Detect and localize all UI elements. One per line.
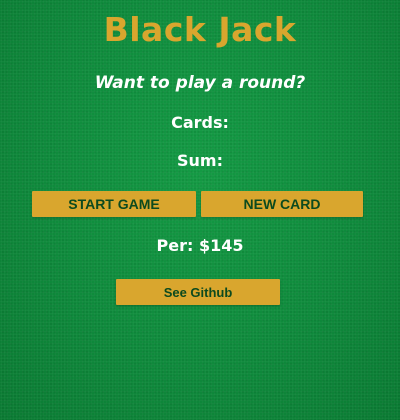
sum-label: Sum:: [177, 151, 223, 170]
start-game-button[interactable]: START GAME: [32, 191, 196, 217]
cards-label: Cards:: [171, 113, 229, 132]
see-github-button[interactable]: See Github: [116, 279, 280, 305]
new-card-button[interactable]: NEW CARD: [201, 191, 363, 217]
player-chips: Per: $145: [156, 236, 244, 255]
game-message: Want to play a round?: [94, 73, 306, 93]
game-title: Black Jack: [103, 10, 297, 49]
